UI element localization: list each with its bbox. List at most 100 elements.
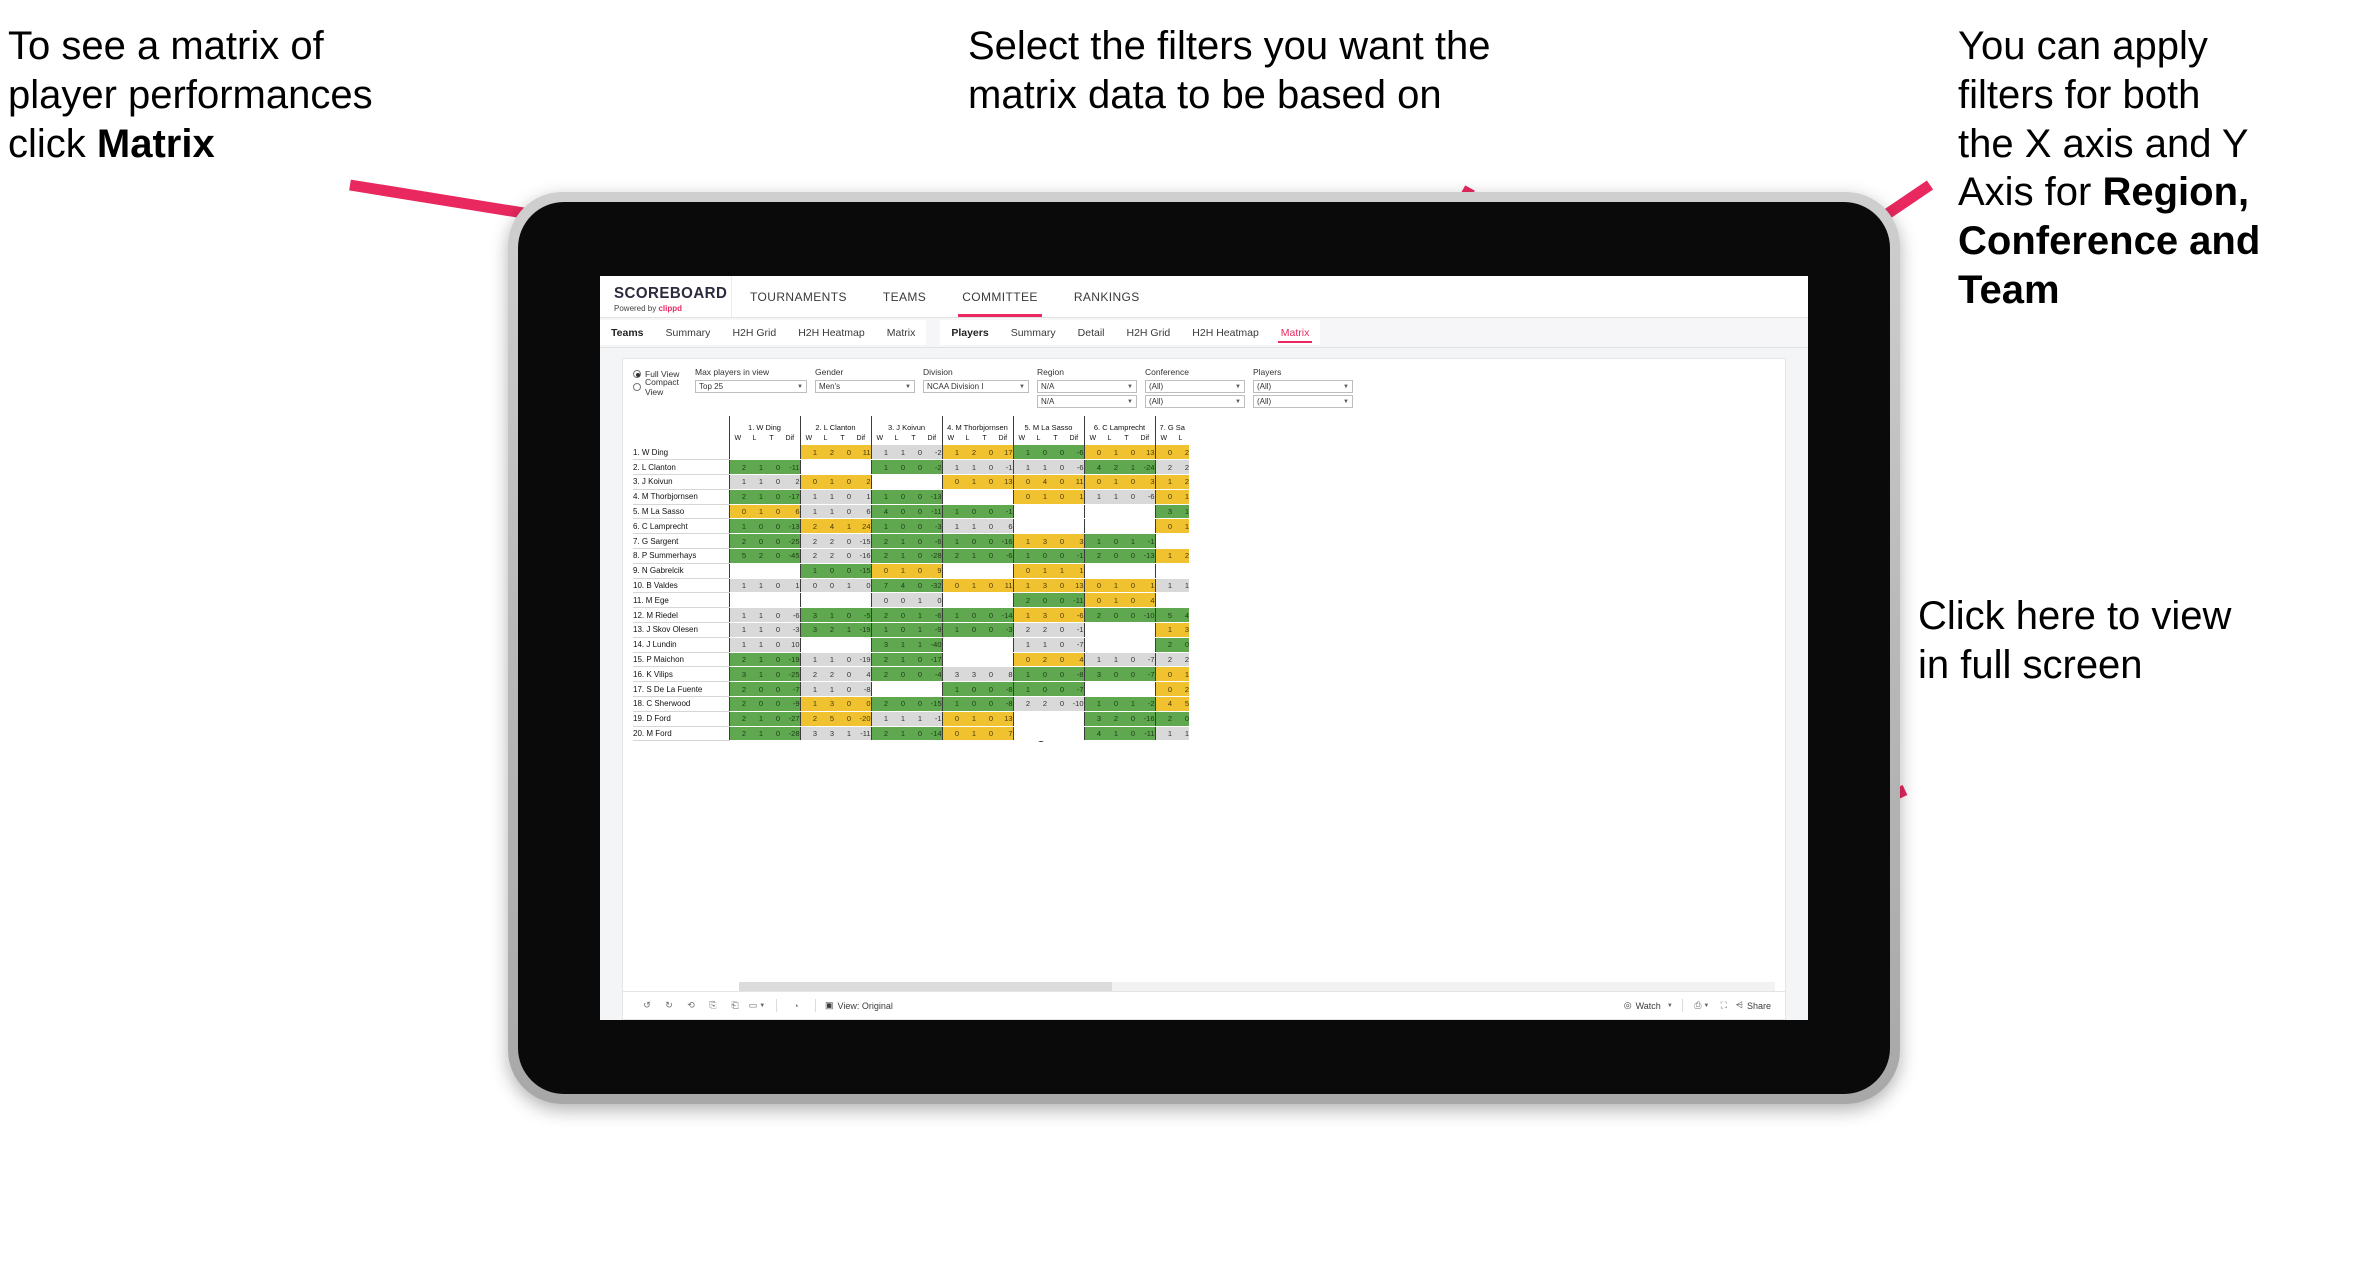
matrix-cell[interactable]: 1 [1101, 652, 1118, 668]
matrix-cell[interactable]: -19 [851, 622, 871, 638]
view-original-button[interactable]: ▣ View: Original [825, 1000, 893, 1011]
matrix-cell[interactable]: 0 [763, 622, 780, 638]
matrix-cell[interactable]: 3 [1064, 533, 1084, 550]
matrix-cell[interactable]: 1 [1154, 578, 1172, 594]
matrix-cell[interactable] [1047, 504, 1064, 520]
matrix-cell[interactable]: 0 [922, 592, 942, 609]
matrix-cell[interactable]: 0 [976, 622, 993, 638]
matrix-cell[interactable]: 3 [941, 666, 959, 683]
matrix-cell[interactable]: 0 [888, 622, 905, 638]
matrix-cell[interactable]: -16 [851, 548, 871, 564]
matrix-cell[interactable]: 0 [763, 533, 780, 550]
matrix-cell[interactable]: -28 [780, 726, 800, 742]
matrix-cell[interactable]: 0 [1047, 474, 1064, 490]
matrix-cell[interactable]: 1 [1154, 548, 1172, 564]
matrix-cell[interactable]: 1 [959, 518, 976, 535]
matrix-cell[interactable]: 0 [1047, 459, 1064, 476]
matrix-cell[interactable] [941, 592, 959, 609]
matrix-cell[interactable]: 2 [870, 666, 888, 683]
matrix-cell[interactable]: 3 [728, 666, 746, 683]
matrix-cell[interactable]: 0 [834, 711, 851, 727]
matrix-cell[interactable]: 1 [746, 666, 763, 683]
matrix-cell[interactable] [905, 681, 922, 698]
tab-players[interactable]: Players [940, 320, 999, 345]
matrix-cell[interactable]: 1 [1012, 533, 1030, 550]
matrix-cell[interactable]: 1 [799, 445, 817, 461]
matrix-cell[interactable]: -3 [780, 622, 800, 638]
matrix-cell[interactable]: 1 [728, 518, 746, 535]
matrix-cell[interactable]: 2 [1172, 445, 1189, 461]
matrix-cell[interactable] [1064, 504, 1084, 520]
matrix-cell[interactable]: 2 [728, 696, 746, 712]
matrix-cell[interactable] [1083, 504, 1101, 520]
filter-players-x-select[interactable]: (All) ▼ [1253, 380, 1353, 393]
matrix-cell[interactable] [1118, 504, 1135, 520]
highlight-icon[interactable]: ▭ ▼ [747, 996, 767, 1016]
topnav-item-tournaments[interactable]: TOURNAMENTS [732, 276, 865, 317]
matrix-cell[interactable]: -5 [851, 607, 871, 624]
matrix-cell[interactable]: 3 [817, 726, 834, 742]
matrix-cell[interactable]: 2 [870, 548, 888, 564]
matrix-cell[interactable]: 2 [817, 548, 834, 564]
matrix-cell[interactable]: 2 [728, 652, 746, 668]
matrix-cell[interactable] [941, 652, 959, 668]
matrix-cell[interactable] [1083, 518, 1101, 535]
matrix-cell[interactable]: 1 [799, 696, 817, 712]
matrix-cell[interactable]: 3 [1154, 504, 1172, 520]
fullscreen-icon[interactable]: ⛶ [1714, 996, 1734, 1016]
matrix-cell[interactable]: 1 [851, 489, 871, 505]
matrix-cell[interactable] [1064, 726, 1084, 742]
matrix-cell[interactable]: 5 [817, 711, 834, 727]
tab-players-matrix[interactable]: Matrix [1270, 320, 1321, 345]
matrix-cell[interactable]: 1 [1012, 681, 1030, 698]
matrix-cell[interactable]: 0 [799, 474, 817, 490]
matrix-cell[interactable] [1012, 726, 1030, 742]
tab-teams-summary[interactable]: Summary [655, 320, 722, 345]
matrix-cell[interactable]: 6 [780, 504, 800, 520]
matrix-cell[interactable]: 0 [817, 578, 834, 594]
matrix-cell[interactable]: 0 [959, 607, 976, 624]
matrix-cell[interactable]: -7 [1064, 637, 1084, 653]
matrix-cell[interactable]: 4 [1172, 607, 1189, 624]
filter-gender-select[interactable]: Men's ▼ [815, 380, 915, 393]
matrix-cell[interactable]: 1 [1012, 548, 1030, 564]
matrix-cell[interactable]: 13 [993, 711, 1013, 727]
matrix-cell[interactable] [941, 489, 959, 505]
matrix-cell[interactable]: 3 [1135, 474, 1155, 490]
matrix-cell[interactable]: 0 [834, 548, 851, 564]
matrix-cell[interactable]: 0 [763, 578, 780, 594]
matrix-cell[interactable]: -1 [922, 711, 942, 727]
matrix-cell[interactable]: -28 [922, 548, 942, 564]
matrix-cell[interactable]: 0 [763, 637, 780, 653]
matrix-cell[interactable]: 0 [746, 533, 763, 550]
matrix-cell[interactable]: 0 [834, 474, 851, 490]
matrix-cell[interactable]: 1 [941, 459, 959, 476]
matrix-cell[interactable]: 0 [1047, 578, 1064, 594]
scrollbar-thumb[interactable] [739, 982, 1112, 991]
tab-teams-h2h-heatmap[interactable]: H2H Heatmap [787, 320, 876, 345]
matrix-cell[interactable]: 0 [1047, 533, 1064, 550]
matrix-cell[interactable]: 2 [1172, 459, 1189, 476]
matrix-cell[interactable]: 1 [1118, 696, 1135, 712]
matrix-cell[interactable]: 2 [1154, 711, 1172, 727]
matrix-cell[interactable]: -7 [1064, 681, 1084, 698]
matrix-cell[interactable] [1083, 622, 1101, 638]
matrix-cell[interactable]: 2 [728, 711, 746, 727]
matrix-cell[interactable]: 0 [905, 652, 922, 668]
matrix-cell[interactable]: 0 [1118, 489, 1135, 505]
matrix-cell[interactable] [993, 652, 1013, 668]
matrix-cell[interactable]: -15 [851, 563, 871, 579]
matrix-cell[interactable] [976, 489, 993, 505]
matrix-cell[interactable]: 1 [746, 504, 763, 520]
matrix-cell[interactable]: 4 [870, 504, 888, 520]
matrix-cell[interactable]: 1 [941, 607, 959, 624]
matrix-cell[interactable] [763, 563, 780, 579]
matrix-cell[interactable]: 0 [1047, 548, 1064, 564]
matrix-cell[interactable]: 0 [905, 578, 922, 594]
matrix-cell[interactable]: 0 [905, 533, 922, 550]
matrix-cell[interactable] [817, 637, 834, 653]
matrix-cell[interactable]: 0 [941, 474, 959, 490]
matrix-cell[interactable]: 2 [1012, 622, 1030, 638]
matrix-cell[interactable]: 0 [905, 504, 922, 520]
matrix-cell[interactable]: 2 [941, 548, 959, 564]
